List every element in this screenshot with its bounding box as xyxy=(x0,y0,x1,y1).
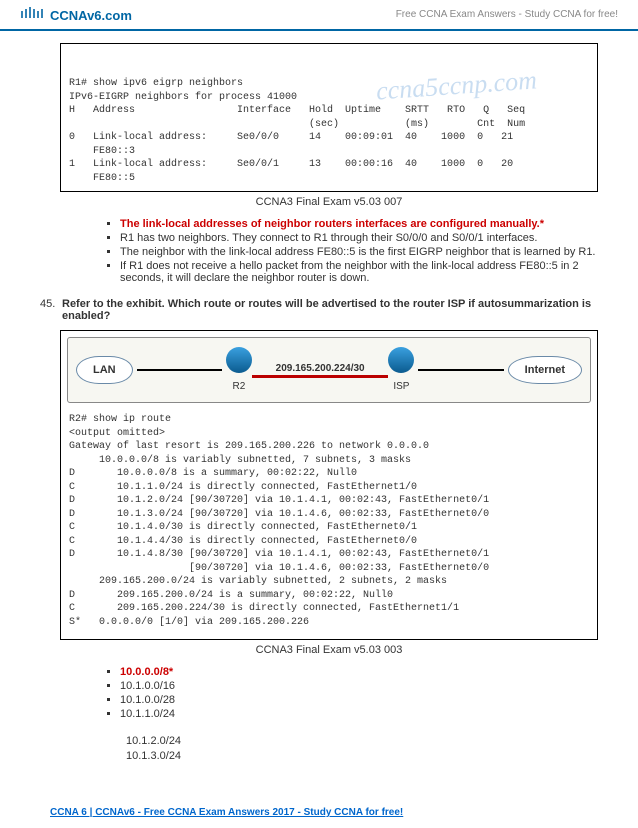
internet-cloud: Internet xyxy=(508,356,582,385)
cli-line: FE80::3 xyxy=(69,146,135,157)
router-icon xyxy=(388,347,414,373)
answer-list-45: 10.0.0.0/8* 10.1.0.0/16 10.1.0.0/28 10.1… xyxy=(120,666,598,720)
cisco-bars-icon xyxy=(20,6,46,23)
cli-output-eigrp: ccna5ccnp.com R1# show ipv6 eigrp neighb… xyxy=(60,43,598,192)
cli-line: 1 Link-local address: Se0/0/1 13 00:00:1… xyxy=(69,159,513,170)
answer-list-44: The link-local addresses of neighbor rou… xyxy=(120,218,598,284)
answer-option: 10.1.1.0/24 xyxy=(120,708,598,720)
exhibit-box: LAN R2 209.165.200.224/30 ISP Internet R… xyxy=(60,330,598,640)
cli-line: IPv6-EIGRP neighbors for process 41000 xyxy=(69,92,297,103)
wan-link: 209.165.200.224/30 xyxy=(252,362,388,379)
router-label: ISP xyxy=(388,380,414,394)
cli-line: (sec) (ms) Cnt Num xyxy=(69,119,525,130)
cli-line: H Address Interface Hold Uptime SRTT RTO… xyxy=(69,105,525,116)
link-line xyxy=(137,369,222,371)
cli-line: FE80::5 xyxy=(69,173,135,184)
page-content: ccna5ccnp.com R1# show ipv6 eigrp neighb… xyxy=(0,31,638,777)
answer-option: 10.1.0.0/16 xyxy=(120,680,598,692)
router-icon xyxy=(226,347,252,373)
answer-option: The link-local addresses of neighbor rou… xyxy=(120,218,598,230)
answer-option: If R1 does not receive a hello packet fr… xyxy=(120,260,598,284)
exhibit-caption: CCNA3 Final Exam v5.03 003 xyxy=(60,644,598,656)
header-tagline: Free CCNA Exam Answers - Study CCNA for … xyxy=(396,9,618,20)
subnet-label: 209.165.200.224/30 xyxy=(276,362,365,376)
question-45: 45. Refer to the exhibit. Which route or… xyxy=(40,298,598,322)
serial-link-line xyxy=(252,375,388,378)
cli-line: R1# show ipv6 eigrp neighbors xyxy=(69,78,243,89)
answer-option: R1 has two neighbors. They connect to R1… xyxy=(120,232,598,244)
cli-line: 0 Link-local address: Se0/0/0 14 00:09:0… xyxy=(69,132,513,143)
lan-cloud: LAN xyxy=(76,356,133,385)
exhibit-caption: CCNA3 Final Exam v5.03 007 xyxy=(60,196,598,208)
site-logo: CCNAv6.com xyxy=(20,6,132,23)
router-r2-group: R2 xyxy=(226,347,252,394)
answer-option: The neighbor with the link-local address… xyxy=(120,246,598,258)
page-header: CCNAv6.com Free CCNA Exam Answers - Stud… xyxy=(0,0,638,31)
logo-text: CCNAv6.com xyxy=(50,8,132,23)
cli-output-routes: R2# show ip route <output omitted> Gatew… xyxy=(67,409,591,633)
page-footer-link[interactable]: CCNA 6 | CCNAv6 - Free CCNA Exam Answers… xyxy=(0,777,638,828)
router-isp-group: ISP xyxy=(388,347,414,394)
watermark-text: ccna5ccnp.com xyxy=(375,62,538,108)
correct-answer: The link-local addresses of neighbor rou… xyxy=(120,218,544,230)
answer-option: 10.1.2.0/24 xyxy=(126,734,598,749)
correct-answer: 10.0.0.0/8* xyxy=(120,666,173,678)
router-label: R2 xyxy=(226,380,252,394)
answer-option: 10.1.3.0/24 xyxy=(126,749,598,764)
answer-option: 10.1.0.0/28 xyxy=(120,694,598,706)
link-line xyxy=(418,369,503,371)
question-text: Refer to the exhibit. Which route or rou… xyxy=(62,298,598,322)
question-number: 45. xyxy=(40,298,62,322)
answer-option: 10.0.0.0/8* xyxy=(120,666,598,678)
network-topology: LAN R2 209.165.200.224/30 ISP Internet xyxy=(67,337,591,403)
